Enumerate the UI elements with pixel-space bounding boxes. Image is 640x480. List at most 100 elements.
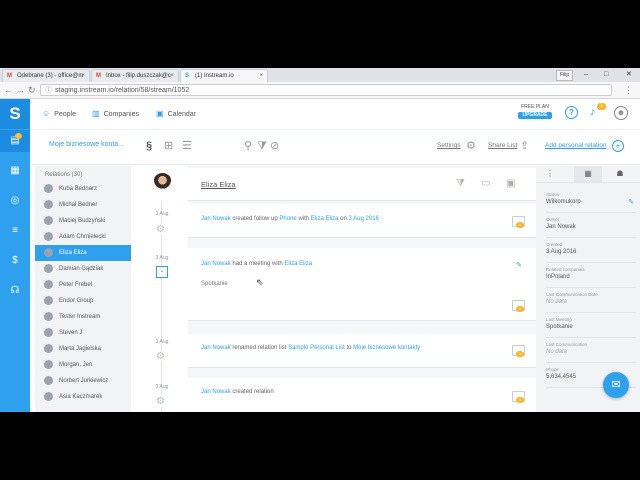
add-relation-link[interactable]: Add personal relation — [545, 142, 606, 149]
nav-billing[interactable]: $ — [0, 250, 30, 272]
avatar — [44, 376, 53, 385]
filter-icon[interactable]: ⧩ — [257, 139, 267, 153]
relation-item[interactable]: Marta Jagielska — [35, 341, 131, 357]
forward-icon[interactable]: → — [16, 84, 25, 96]
minimize-icon[interactable]: – — [584, 68, 588, 82]
list-name[interactable]: Moje biznesowe konta... — [49, 141, 124, 148]
help-icon[interactable]: ? — [565, 106, 578, 119]
settings-link[interactable]: Settings — [437, 142, 461, 149]
entry-link[interactable]: Eliza Eliza — [311, 216, 339, 222]
page-info-icon[interactable]: ⓘ — [45, 85, 52, 97]
relation-item[interactable]: Maciej Budzyński — [35, 213, 131, 229]
contact-header: Eliza Eliza ⧩ ▭ ▣ — [188, 168, 536, 201]
detail-field: Status Wilkomukorp ✎ — [546, 192, 636, 213]
entry-actor-link[interactable]: Jan Nowak — [201, 345, 231, 351]
edit-icon[interactable]: ✎ — [628, 198, 634, 206]
close-tab-icon[interactable]: × — [259, 70, 263, 82]
avatar — [44, 328, 53, 337]
url-field[interactable]: ⓘ staging.instream.io/relation/58/stream… — [40, 84, 612, 96]
relation-item[interactable]: Adam Chmielecki — [35, 229, 131, 245]
nav-relations[interactable]: ▤ 1 — [0, 130, 30, 152]
maximize-icon[interactable]: □ — [604, 68, 608, 82]
reload-icon[interactable]: ↻ — [28, 84, 36, 96]
close-tab-icon[interactable]: × — [170, 70, 174, 82]
profile-button[interactable]: Filip — [556, 70, 574, 81]
timeline-date: 3 Aug — [155, 255, 169, 261]
share-list-link[interactable]: Share List — [488, 142, 517, 149]
entry-actor-link[interactable]: Jan Nowak — [201, 261, 231, 267]
relation-item[interactable]: Morgan, Jen — [35, 357, 131, 373]
hide-icon[interactable]: ⊘ — [270, 139, 279, 153]
grid-view-icon[interactable]: ⊞ — [164, 139, 173, 153]
detail-field: Created 3 Aug 2016 — [546, 242, 636, 263]
people-icon: ☺ — [42, 109, 51, 118]
gear-icon[interactable]: ⚙ — [466, 139, 476, 153]
filter-icon[interactable]: ⧩ — [456, 178, 465, 190]
more-options-icon[interactable]: ⋮ — [542, 166, 558, 182]
browser-tab-gmail-1[interactable]: M Odebrane (3) - office@m × — [2, 69, 90, 82]
browser-tab-gmail-2[interactable]: M Inbox - filip.duszczak@c × — [91, 69, 179, 82]
entry-link[interactable]: Moje biznesowe kontakty — [353, 345, 420, 351]
back-icon[interactable]: ← — [4, 84, 13, 96]
relation-item[interactable]: Peter Frebel — [35, 277, 131, 293]
entry-actor-link[interactable]: Jan Nowak — [201, 216, 231, 222]
browser-tab-instream[interactable]: S (1) Instream.io × — [180, 69, 268, 82]
entry-connector: on — [340, 216, 347, 222]
relation-name: Peter Frebel — [59, 282, 93, 288]
entry-link[interactable]: Phone — [279, 216, 296, 222]
avatar — [44, 280, 53, 289]
relation-item[interactable]: Endor Group — [35, 293, 131, 309]
entry-verb: created relation — [232, 389, 274, 395]
instream-logo[interactable]: S — [0, 99, 30, 129]
upgrade-button[interactable]: UPGRADE — [518, 112, 552, 119]
instream-list-icon[interactable]: § — [146, 139, 152, 153]
entry-verb: created follow up — [232, 216, 278, 222]
building-icon: ▦ — [10, 165, 20, 176]
relation-item[interactable]: Eliza Eliza — [35, 245, 131, 261]
nav-companies-tab[interactable]: ▥ Companies — [92, 99, 139, 129]
detail-field: Last Communication No data — [546, 342, 636, 363]
relation-item[interactable]: Asia Kaczmarek — [35, 389, 131, 405]
entry-text: Jan Nowak renamed relation list Sample P… — [201, 345, 420, 351]
nav-people[interactable]: ☺ People — [42, 99, 76, 129]
nav-companies-label: Companies — [103, 111, 139, 118]
window-close-icon[interactable]: ✕ — [626, 68, 632, 82]
edit-icon[interactable]: ✎ — [516, 261, 522, 269]
relation-name: Maciej Budzyński — [59, 218, 106, 224]
relation-item[interactable]: Steven J — [35, 325, 131, 341]
close-tab-icon[interactable]: × — [81, 70, 85, 82]
relation-item[interactable]: Michał Bedner — [35, 197, 131, 213]
relation-item[interactable]: Kuba Bednarz — [35, 181, 131, 197]
relation-item[interactable]: Norbert Jurkiewicz — [35, 373, 131, 389]
entry-link[interactable]: Sample Personal List — [288, 345, 345, 351]
entry-actor-link[interactable]: Jan Nowak — [201, 389, 231, 395]
entry-link[interactable]: Eliza Eliza — [284, 261, 312, 267]
browser-menu-icon[interactable]: ⋮ — [624, 85, 633, 95]
share-icon[interactable]: ⇪ — [520, 139, 529, 153]
relation-item[interactable]: Tester Instream — [35, 309, 131, 325]
details-tabs: ⋮ ▦ ☗ — [536, 166, 640, 183]
entry-date-link[interactable]: 3 Aug 2016 — [349, 216, 379, 222]
relation-item[interactable]: Damian Gądziak — [35, 261, 131, 277]
list-view-icon[interactable]: ☰ — [182, 139, 192, 153]
compose-button[interactable]: ✉ — [603, 372, 629, 398]
avatar — [44, 184, 53, 193]
relations-list: Kuba Bednarz Michał Bedner Maciej Budzyńsk… — [35, 181, 131, 405]
avatar — [44, 232, 53, 241]
tab-label: Inbox - filip.duszczak@c — [106, 73, 171, 79]
calendar-add-icon[interactable]: ▣ — [506, 178, 515, 190]
comment-icon[interactable]: ▭ — [481, 178, 490, 190]
add-icon[interactable]: + — [612, 140, 624, 152]
nav-support[interactable]: ☊ — [0, 280, 30, 302]
contact-name[interactable]: Eliza Eliza — [201, 180, 236, 189]
tab-calendar[interactable]: ▦ — [574, 166, 602, 182]
gear-icon: ⚙ — [156, 351, 165, 362]
bell-icon[interactable]: ♪ — [590, 106, 596, 118]
tab-person[interactable]: ☗ — [606, 166, 634, 182]
nav-target[interactable]: ◎ — [0, 190, 30, 212]
nav-filters[interactable]: ≡ — [0, 220, 30, 242]
nav-calendar[interactable]: ▣ Calendar — [156, 99, 196, 129]
search-icon[interactable]: ⚲ — [244, 139, 252, 153]
user-avatar-icon[interactable]: ☻ — [614, 106, 628, 120]
nav-companies[interactable]: ▦ — [0, 160, 30, 182]
